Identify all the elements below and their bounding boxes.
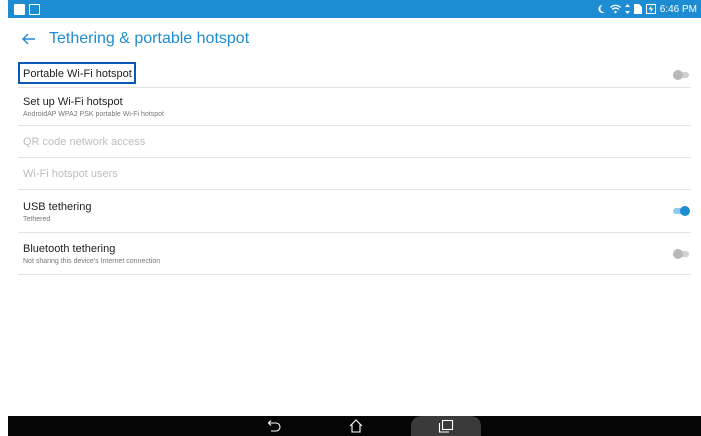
bluetooth-tethering-toggle[interactable] — [673, 249, 689, 259]
status-right: 6:46 PM — [597, 2, 697, 16]
nav-home-button[interactable] — [326, 416, 386, 436]
usb-tethering-title: USB tethering — [23, 201, 92, 213]
app-bar: Tethering & portable hotspot — [8, 18, 701, 62]
status-left — [14, 3, 40, 15]
home-icon — [349, 419, 363, 433]
status-time: 6:46 PM — [659, 3, 697, 15]
toggle-thumb — [673, 70, 683, 80]
toggle-thumb — [680, 206, 690, 216]
hotspot-users-row: Wi-Fi hotspot users — [18, 158, 691, 190]
battery-charging-icon — [645, 4, 656, 14]
screen: 6:46 PM Tethering & portable hotspot Por… — [8, 0, 701, 436]
usb-tethering-summary: Tethered — [23, 216, 51, 223]
navigation-bar — [8, 416, 701, 436]
qr-code-title: QR code network access — [23, 136, 146, 148]
portable-hotspot-toggle[interactable] — [673, 70, 689, 80]
status-bar: 6:46 PM — [8, 0, 701, 18]
page-title: Tethering & portable hotspot — [49, 30, 250, 47]
nav-recent-button[interactable] — [411, 416, 481, 436]
back-button[interactable] — [16, 26, 42, 52]
qr-code-row: QR code network access — [18, 126, 691, 158]
setup-hotspot-title: Set up Wi-Fi hotspot — [23, 96, 123, 108]
moon-icon — [598, 4, 605, 13]
usb-tethering-row[interactable]: USB tethering Tethered — [18, 190, 691, 233]
setup-hotspot-summary: AndroidAP WPA2 PSK portable Wi-Fi hotspo… — [23, 111, 164, 118]
arrow-left-icon — [22, 33, 35, 45]
usb-tethering-toggle[interactable] — [673, 206, 690, 216]
portable-hotspot-row[interactable]: Portable Wi-Fi hotspot — [18, 62, 691, 88]
bluetooth-tethering-summary: Not sharing this device's Internet conne… — [23, 258, 161, 265]
portable-hotspot-title: Portable Wi-Fi hotspot — [23, 68, 132, 80]
bluetooth-tethering-title: Bluetooth tethering — [23, 243, 116, 255]
notification-icon — [14, 3, 25, 15]
image-icon — [29, 3, 40, 15]
recent-apps-icon — [438, 419, 454, 433]
sim-icon — [633, 4, 642, 14]
toggle-thumb — [673, 249, 683, 259]
data-arrows-icon — [624, 4, 630, 14]
setup-hotspot-row[interactable]: Set up Wi-Fi hotspot AndroidAP WPA2 PSK … — [18, 88, 691, 126]
wifi-icon — [609, 4, 621, 14]
nav-back-button[interactable] — [243, 416, 303, 436]
hotspot-users-title: Wi-Fi hotspot users — [23, 168, 118, 180]
back-icon — [267, 420, 281, 432]
settings-list: Portable Wi-Fi hotspot Set up Wi-Fi hots… — [8, 62, 701, 275]
bluetooth-tethering-row[interactable]: Bluetooth tethering Not sharing this dev… — [18, 233, 691, 275]
